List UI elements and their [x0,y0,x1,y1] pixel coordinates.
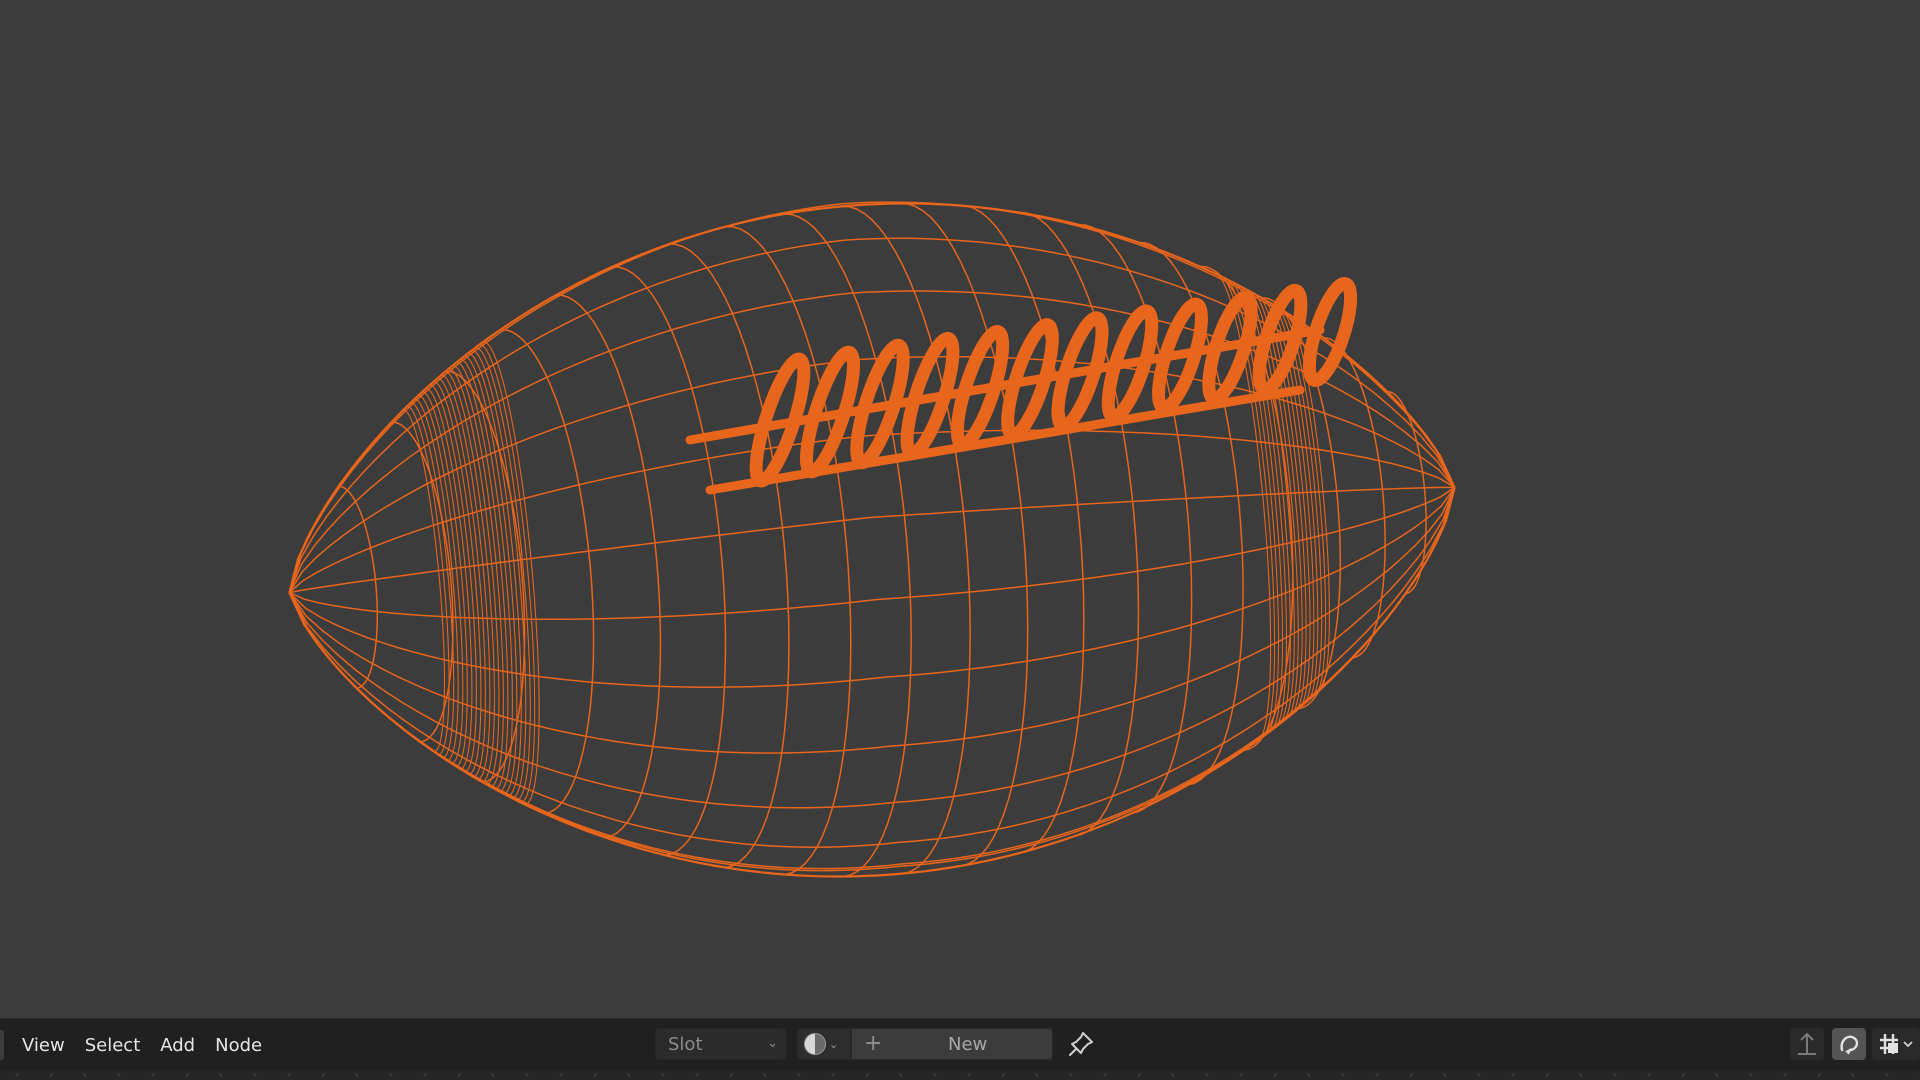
magnet-icon [1840,1035,1859,1055]
arrow-up-icon [1798,1032,1816,1055]
menu-select[interactable]: Select [75,1031,151,1060]
grid-snap-icon [1880,1034,1913,1054]
pin-icon[interactable] [1066,1029,1096,1059]
parent-node-tree-button[interactable] [1790,1028,1824,1060]
menu-view[interactable]: View [12,1031,75,1060]
football-wireframe [288,201,1456,878]
menu-node[interactable]: Node [205,1031,272,1060]
header-menu: View Select Add Node [12,1030,272,1060]
menu-add[interactable]: Add [150,1031,205,1060]
material-ball-icon [804,1033,826,1055]
chevron-down-icon: ⌄ [829,1037,839,1051]
header-edge-handle[interactable] [0,1030,4,1060]
chevron-down-icon: ⌄ [767,1036,778,1051]
slot-dropdown[interactable]: Slot ⌄ [655,1028,787,1060]
node-editor-viewport[interactable] [0,0,1920,1018]
slot-value: Slot [668,1033,703,1055]
header-bottom-strip-dots [0,1073,1920,1077]
snap-element-dropdown[interactable] [1872,1028,1920,1060]
plus-icon: + [864,1031,883,1056]
new-material-button[interactable]: + New [851,1028,1053,1060]
new-material-label: New [948,1034,988,1055]
browse-material-button[interactable]: ⌄ [797,1028,851,1060]
snap-toggle[interactable] [1832,1028,1866,1060]
